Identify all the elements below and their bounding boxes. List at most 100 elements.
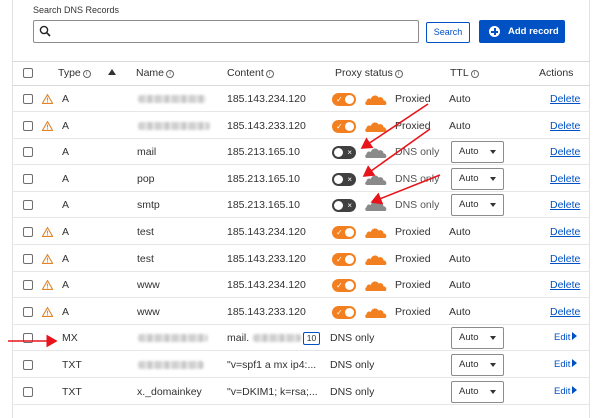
record-content: 185.143.234.120 [227, 279, 306, 291]
column-proxy-label: Proxy status [335, 67, 393, 79]
proxied-cloud-icon [365, 255, 387, 265]
table-row[interactable]: Awww 185.143.234.120 ✓ Proxied Auto Delete [12, 272, 590, 298]
dns-only-cloud-icon [365, 175, 387, 185]
edit-link[interactable]: Edit [554, 325, 578, 351]
ttl-select[interactable]: Auto [451, 354, 504, 376]
ttl-select[interactable]: Auto [451, 141, 504, 163]
row-checkbox[interactable] [23, 227, 33, 237]
delete-link[interactable]: Delete [550, 299, 580, 325]
proxy-toggle[interactable]: ✓ [332, 279, 356, 292]
proxy-status: Proxied [395, 226, 431, 238]
search-button[interactable]: Search [426, 22, 470, 43]
proxy-toggle[interactable]: ✓ [332, 226, 356, 239]
column-ttl[interactable]: TTL i [450, 62, 479, 84]
row-checkbox[interactable] [23, 174, 33, 184]
chevron-down-icon [490, 363, 496, 367]
row-checkbox[interactable] [23, 200, 33, 210]
delete-link[interactable]: Delete [550, 272, 580, 298]
ttl-select[interactable]: Auto [451, 381, 504, 403]
table-row[interactable]: Atest 185.143.234.120 ✓ Proxied Auto Delete [12, 219, 590, 245]
info-icon: i [82, 70, 91, 78]
table-row[interactable]: Atest 185.143.233.120 ✓ Proxied Auto Delete [12, 246, 590, 272]
redacted-name [138, 122, 210, 130]
info-icon: i [166, 70, 175, 78]
proxy-toggle[interactable]: ✓ [332, 93, 356, 106]
delete-link[interactable]: Delete [550, 139, 580, 165]
row-checkbox[interactable] [23, 280, 33, 290]
record-content: 185.213.165.10 [227, 199, 300, 211]
row-checkbox[interactable] [23, 94, 33, 104]
chevron-down-icon [490, 150, 496, 154]
row-checkbox[interactable] [23, 360, 33, 370]
table-row[interactable]: Amail 185.213.165.10 × DNS only Auto Dele… [12, 139, 590, 165]
add-record-label: Add record [508, 26, 559, 37]
proxy-toggle[interactable]: × [332, 173, 356, 186]
redacted-name [138, 334, 208, 342]
row-checkbox[interactable] [23, 254, 33, 264]
delete-link[interactable]: Delete [550, 219, 580, 245]
ttl-value: Auto [449, 306, 471, 318]
table-row[interactable]: TXT x._domainkey "v=DKIM1; k=rsa;... DNS on… [12, 379, 590, 405]
search-icon [39, 25, 51, 37]
search-input[interactable] [54, 23, 414, 40]
chevron-down-icon [490, 336, 496, 340]
table-row[interactable]: A 185.143.234.120 ✓ Proxied Auto Delete [12, 86, 590, 112]
delete-link[interactable]: Delete [550, 192, 580, 218]
priority-badge: 10 [303, 332, 320, 345]
delete-link[interactable]: Delete [550, 166, 580, 192]
record-content: 185.213.165.10 [227, 146, 300, 158]
proxy-status: DNS only [330, 359, 375, 371]
sort-ascending-icon[interactable] [108, 69, 116, 75]
add-record-button[interactable]: Add record [479, 20, 565, 43]
delete-link[interactable]: Delete [550, 113, 580, 139]
row-checkbox[interactable] [23, 333, 33, 343]
table-row[interactable]: Awww 185.143.233.120 ✓ Proxied Auto Delete [12, 299, 590, 325]
row-checkbox[interactable] [23, 147, 33, 157]
record-type: A [62, 226, 70, 238]
ttl-value: Auto [459, 359, 479, 370]
column-name[interactable]: Name i [136, 62, 175, 84]
edit-link[interactable]: Edit [554, 379, 578, 405]
delete-link[interactable]: Delete [550, 246, 580, 272]
column-content[interactable]: Content i [227, 62, 274, 84]
proxy-toggle[interactable]: ✓ [332, 120, 356, 133]
dns-only-cloud-icon [365, 148, 387, 158]
proxy-toggle[interactable]: ✓ [332, 306, 356, 319]
info-icon: i [394, 70, 403, 78]
row-checkbox[interactable] [23, 307, 33, 317]
record-name: smtp [137, 199, 160, 211]
proxy-toggle[interactable]: ✓ [332, 253, 356, 266]
chevron-down-icon [490, 390, 496, 394]
record-name: pop [137, 173, 155, 185]
record-name: test [137, 226, 154, 238]
ttl-value: Auto [449, 120, 471, 132]
ttl-select[interactable]: Auto [451, 327, 504, 349]
table-row[interactable]: A 185.143.233.120 ✓ Proxied Auto Delete [12, 113, 590, 139]
record-type: A [62, 173, 70, 185]
search-label: Search DNS Records [33, 5, 120, 15]
table-row[interactable]: MX mail. 10 DNS only Auto Edit [12, 325, 590, 351]
column-proxy-status[interactable]: Proxy status i [335, 62, 403, 84]
table-row[interactable]: TXT "v=spf1 a mx ip4:... DNS only Auto Edi… [12, 352, 590, 378]
delete-link[interactable]: Delete [550, 86, 580, 112]
record-type: A [62, 120, 70, 132]
ttl-value: Auto [459, 332, 479, 343]
edit-label: Edit [554, 332, 571, 343]
row-checkbox[interactable] [23, 121, 33, 131]
column-type[interactable]: Type i [58, 62, 91, 84]
select-all-checkbox[interactable] [23, 68, 33, 78]
proxy-toggle[interactable]: × [332, 146, 356, 159]
proxied-cloud-icon [365, 228, 387, 238]
table-row[interactable]: Apop 185.213.165.10 × DNS only Auto Delet… [12, 166, 590, 192]
proxy-toggle[interactable]: × [332, 199, 356, 212]
table-row[interactable]: Asmtp 185.213.165.10 × DNS only Auto Dele… [12, 192, 590, 218]
edit-link[interactable]: Edit [554, 352, 578, 378]
warning-icon [42, 94, 53, 104]
edit-label: Edit [554, 386, 571, 397]
ttl-select[interactable]: Auto [451, 194, 504, 216]
search-field[interactable] [33, 20, 419, 43]
row-checkbox[interactable] [23, 387, 33, 397]
expand-arrow-icon [572, 386, 578, 394]
ttl-select[interactable]: Auto [451, 168, 504, 190]
record-type: A [62, 93, 70, 105]
